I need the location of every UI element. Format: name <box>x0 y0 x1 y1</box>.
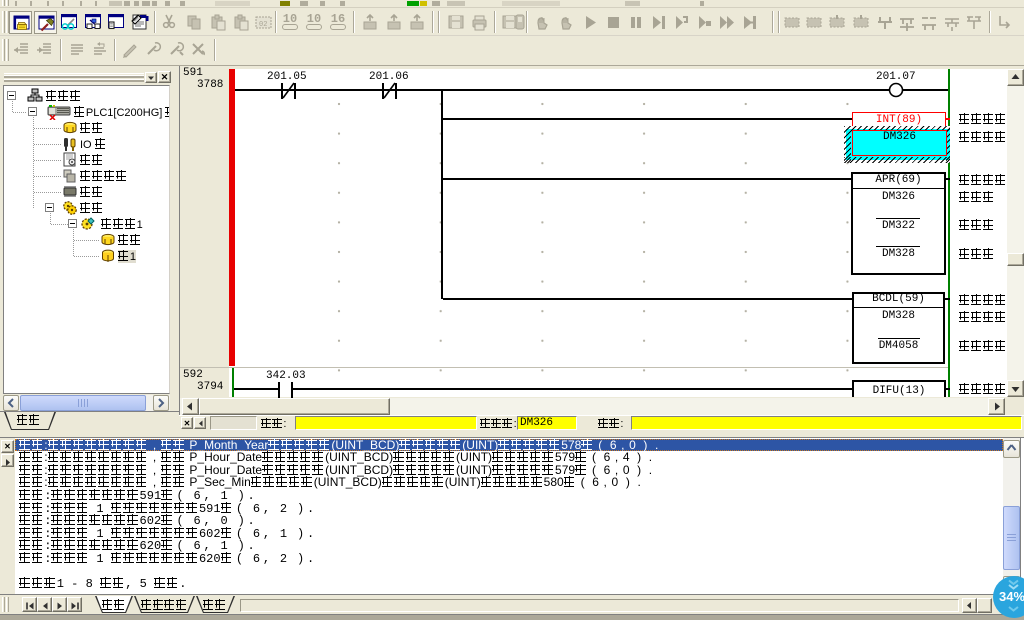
svg-text:34%: 34% <box>999 589 1024 604</box>
svg-text:02: 02 <box>259 21 267 29</box>
